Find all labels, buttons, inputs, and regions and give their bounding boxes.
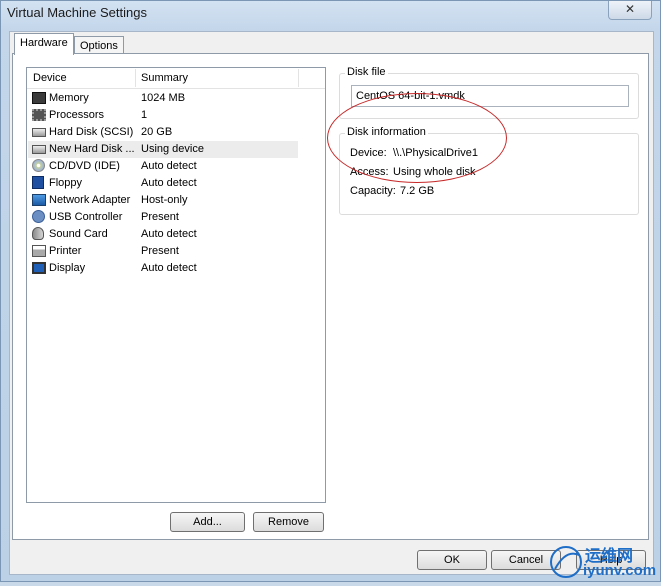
device-name: Display [49, 262, 86, 274]
device-summary: Auto detect [141, 262, 197, 274]
disk-file-group-title: Disk file [345, 66, 388, 78]
device-row-processors[interactable]: Processors 1 [28, 107, 298, 124]
dialog-client-area: Hardware Options Device Summary Memory 1… [9, 31, 654, 575]
device-name: New Hard Disk ... [49, 143, 135, 155]
processor-icon [32, 109, 46, 121]
add-button[interactable]: Add... [170, 512, 245, 532]
device-row-new-hard-disk[interactable]: New Hard Disk ... Using device [28, 141, 298, 158]
usb-icon [32, 210, 45, 223]
annotation-ellipse [327, 93, 507, 183]
device-name: Printer [49, 245, 82, 257]
device-summary: 1024 MB [141, 92, 186, 104]
window-title: Virtual Machine Settings [7, 5, 147, 20]
memory-icon [32, 92, 46, 104]
column-header-summary[interactable]: Summary [141, 72, 188, 84]
column-divider[interactable] [298, 69, 299, 87]
hard-disk-icon [32, 145, 46, 154]
device-summary: Present [141, 245, 179, 257]
device-row-cd-dvd[interactable]: CD/DVD (IDE) Auto detect [28, 158, 298, 175]
close-button[interactable]: ✕ [608, 1, 652, 20]
device-name: Floppy [49, 177, 83, 189]
device-row-printer[interactable]: Printer Present [28, 243, 298, 260]
watermark: 运维网 iyunv.com [549, 541, 661, 583]
device-summary: 20 GB [141, 126, 173, 138]
device-summary: 1 [141, 109, 148, 121]
device-name: CD/DVD (IDE) [49, 160, 120, 172]
cd-dvd-icon [32, 159, 45, 172]
device-name: Processors [49, 109, 105, 121]
tab-options-label: Options [80, 40, 118, 52]
display-icon [32, 262, 46, 274]
printer-icon [32, 245, 46, 257]
network-adapter-icon [32, 194, 46, 206]
device-name: USB Controller [49, 211, 123, 223]
device-summary: Auto detect [141, 177, 197, 189]
device-name: Network Adapter [49, 194, 131, 206]
device-summary: Host-only [141, 194, 188, 206]
tab-hardware-label: Hardware [20, 37, 68, 49]
device-row-hard-disk-scsi[interactable]: Hard Disk (SCSI) 20 GB [28, 124, 298, 141]
close-icon: ✕ [624, 2, 636, 16]
device-row-floppy[interactable]: Floppy Auto detect [28, 175, 298, 192]
device-list-header: Device Summary [27, 68, 325, 89]
device-row-network-adapter[interactable]: Network Adapter Host-only [28, 192, 298, 209]
remove-button[interactable]: Remove [253, 512, 324, 532]
device-name: Hard Disk (SCSI) [49, 126, 134, 138]
device-row-sound-card[interactable]: Sound Card Auto detect [28, 226, 298, 243]
ok-button[interactable]: OK [417, 550, 487, 570]
device-row-display[interactable]: Display Auto detect [28, 260, 298, 277]
column-divider[interactable] [135, 69, 136, 87]
device-name: Memory [49, 92, 89, 104]
watermark-text-url: iyunv.com [583, 562, 657, 579]
capacity-value: 7.2 GB [400, 185, 435, 197]
sound-card-icon [32, 227, 44, 240]
vm-settings-window: Virtual Machine Settings ✕ Hardware Opti… [0, 0, 661, 582]
title-bar: Virtual Machine Settings ✕ [1, 1, 660, 25]
column-header-device[interactable]: Device [33, 72, 67, 84]
device-summary: Present [141, 211, 179, 223]
device-name: Sound Card [49, 228, 108, 240]
tab-hardware[interactable]: Hardware [14, 33, 74, 55]
device-row-usb-controller[interactable]: USB Controller Present [28, 209, 298, 226]
hard-disk-icon [32, 128, 46, 137]
device-summary: Auto detect [141, 228, 197, 240]
device-list[interactable]: Device Summary Memory 1024 MB Processors… [26, 67, 326, 503]
device-summary: Using device [141, 143, 204, 155]
device-summary: Auto detect [141, 160, 197, 172]
device-row-memory[interactable]: Memory 1024 MB [28, 90, 298, 107]
capacity-label: Capacity: [350, 185, 396, 197]
floppy-icon [32, 176, 44, 189]
